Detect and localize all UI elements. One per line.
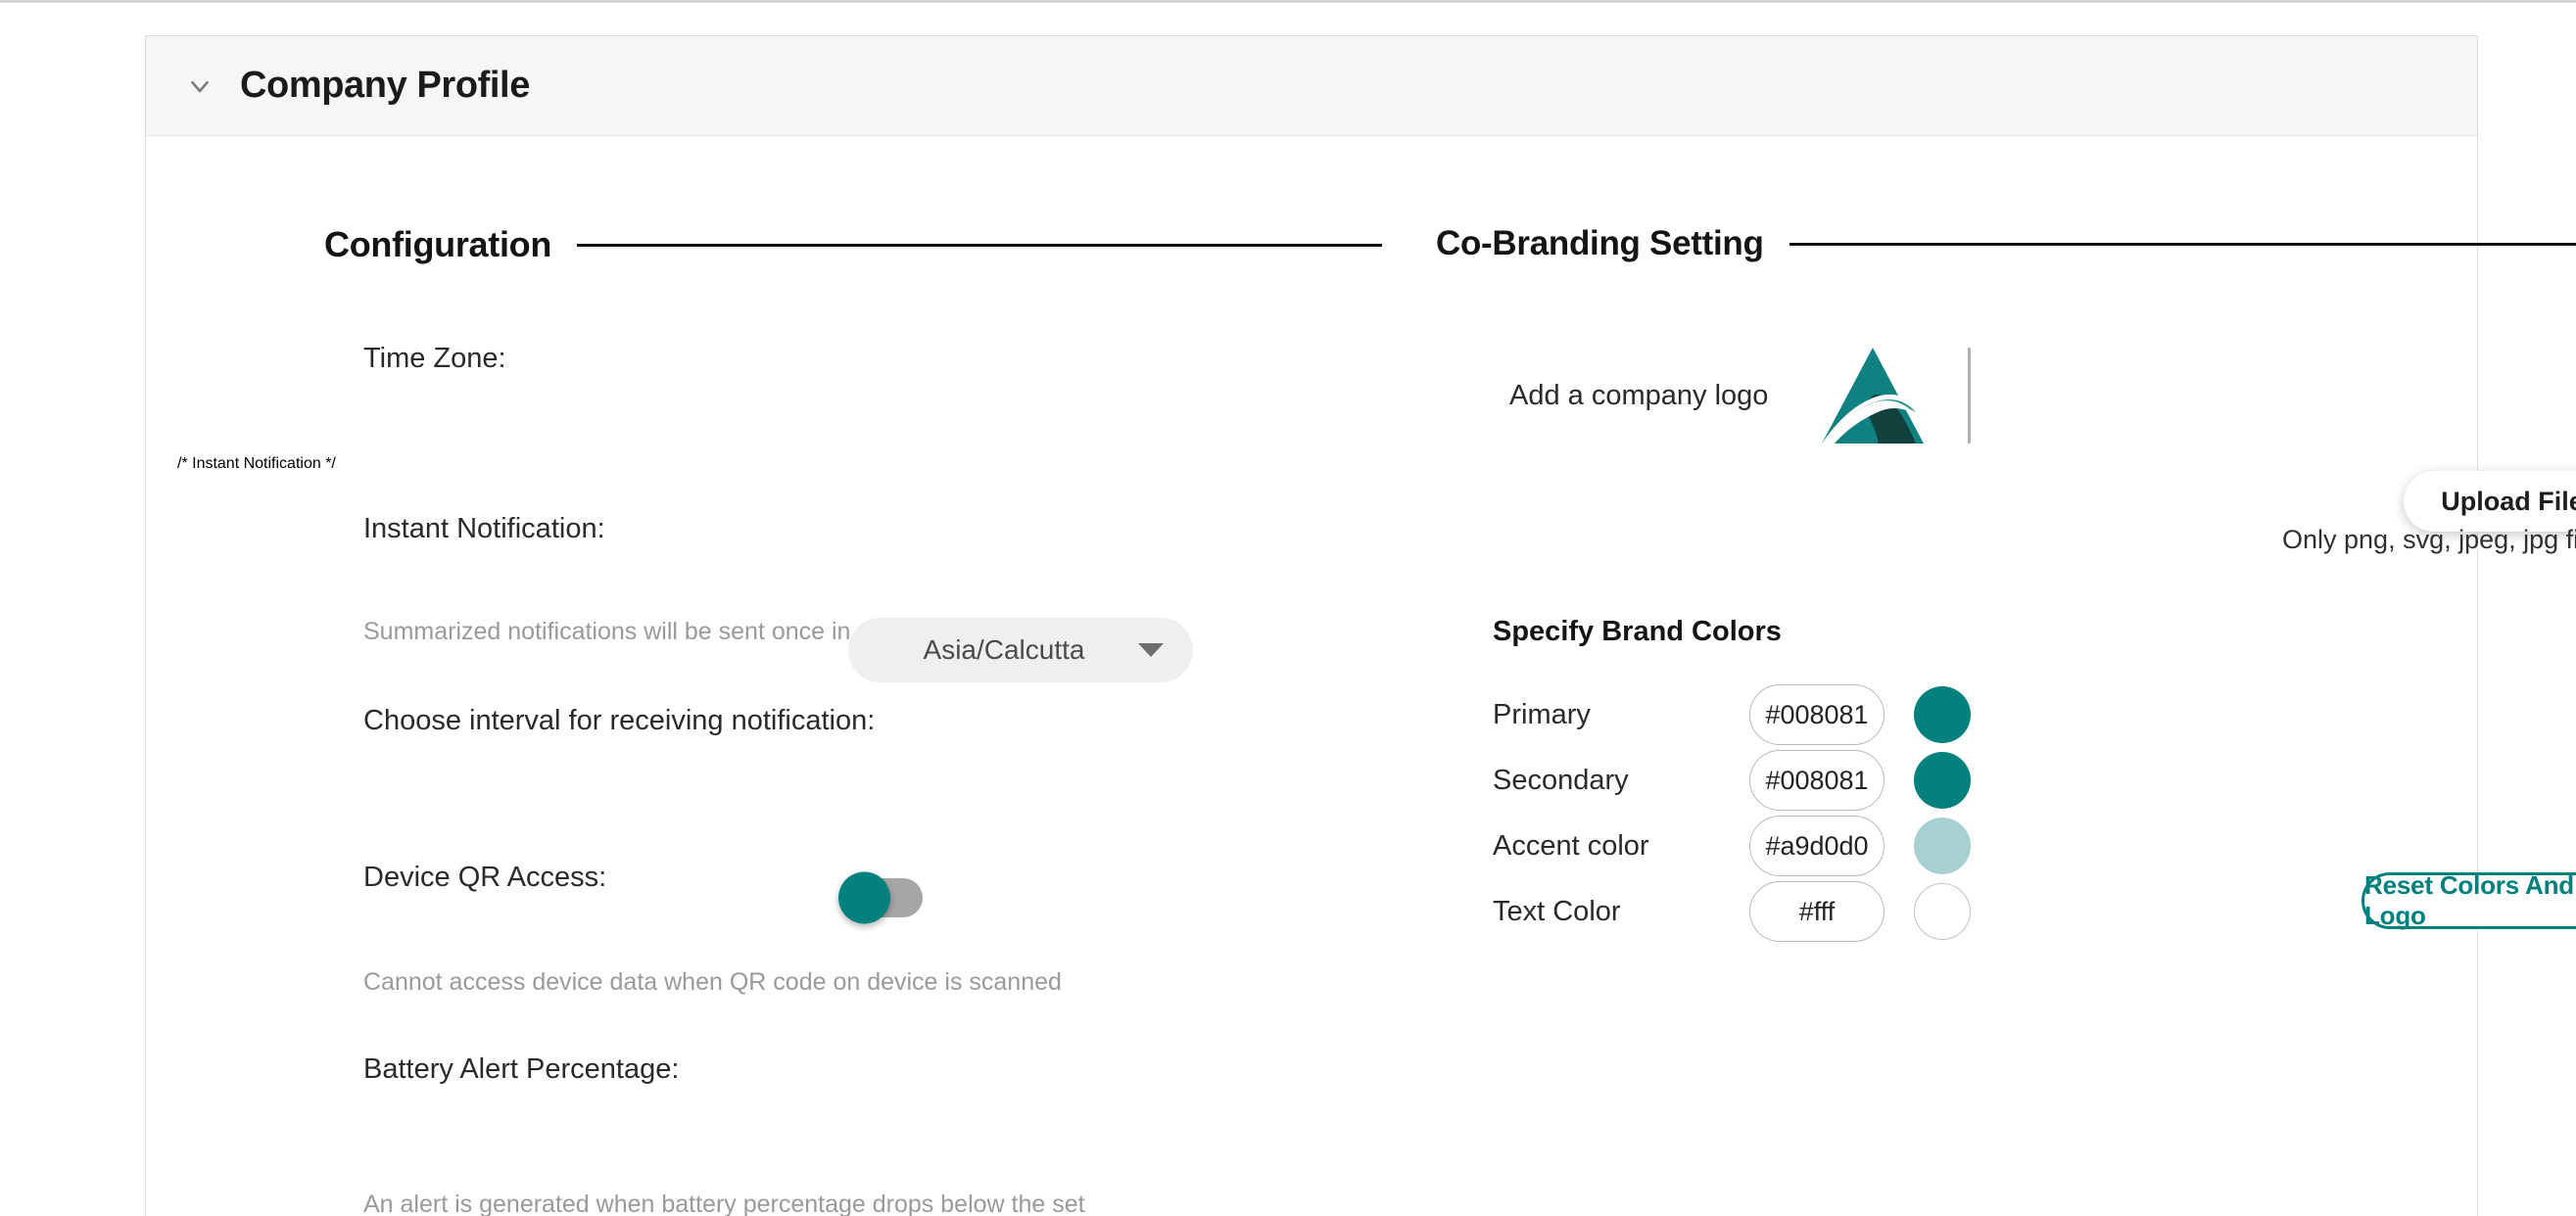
- color-hex-input[interactable]: #fff: [1749, 881, 1884, 942]
- company-logo-row: Add a company logo: [1509, 342, 2576, 449]
- brand-colors-title: Specify Brand Colors: [1493, 616, 1782, 647]
- company-logo-label: Add a company logo: [1509, 379, 1769, 411]
- configuration-title: Configuration: [324, 224, 552, 264]
- reset-colors-and-logo-button[interactable]: Reset Colors And Logo: [2361, 870, 2576, 930]
- color-swatch[interactable]: [1914, 752, 1971, 809]
- color-hex-input[interactable]: #a9d0d0: [1749, 816, 1884, 876]
- device-qr-access-label: Device QR Access:: [363, 861, 607, 893]
- company-profile-card: Company Profile Configuration Time Zone:…: [145, 35, 2576, 1216]
- company-logo-icon: [1815, 342, 1931, 449]
- chevron-down-icon[interactable]: [185, 71, 215, 101]
- logo-divider: [1968, 348, 1972, 444]
- color-label: Primary: [1493, 698, 1591, 730]
- upload-file-button[interactable]: Upload File: [2404, 471, 2576, 532]
- page-title: Company Profile: [240, 65, 530, 106]
- battery-alert-hint: An alert is generated when battery perce…: [363, 1190, 1085, 1216]
- instant-notification-row: Instant Notification:: [363, 504, 1382, 553]
- color-row-primary: Primary #008081: [1493, 684, 1971, 745]
- color-swatch[interactable]: [1914, 686, 1971, 743]
- color-hex-input[interactable]: #008081: [1749, 750, 1884, 811]
- color-swatch[interactable]: [1914, 818, 1971, 874]
- configuration-section-header: Configuration: [324, 224, 1382, 265]
- color-swatch[interactable]: [1914, 883, 1971, 940]
- time-zone-label: Time Zone:: [363, 342, 506, 374]
- co-branding-section-header: Co-Branding Setting: [1436, 224, 2576, 263]
- device-qr-access-hint: Cannot access device data when QR code o…: [363, 968, 1062, 997]
- chevron-down-icon: [1138, 643, 1164, 657]
- toggle-knob: [838, 871, 890, 924]
- co-branding-title-rule: [1789, 242, 2576, 246]
- interval-row: Choose interval for receiving notificati…: [363, 688, 1382, 753]
- top-divider: [0, 0, 2576, 3]
- color-row-secondary: Secondary #008081: [1493, 750, 1971, 811]
- color-label: Secondary: [1493, 764, 1629, 796]
- color-label: Text Color: [1493, 895, 1621, 927]
- time-zone-row: Time Zone:: [363, 326, 1382, 391]
- configuration-column: Configuration Time Zone: Asia/Calcutta /…: [146, 224, 1382, 1216]
- interval-label: Choose interval for receiving notificati…: [363, 704, 876, 736]
- card-header[interactable]: Company Profile: [146, 36, 2477, 136]
- instant-notification-label: Instant Notification:: [363, 512, 605, 544]
- color-label: Accent color: [1493, 829, 1649, 862]
- color-hex-input[interactable]: #008081: [1749, 684, 1884, 745]
- time-zone-select[interactable]: Asia/Calcutta: [848, 618, 1193, 682]
- time-zone-value: Asia/Calcutta: [923, 634, 1085, 665]
- battery-alert-row: Battery Alert Percentage:: [363, 1038, 1382, 1102]
- page-root: Company Profile Configuration Time Zone:…: [0, 0, 2576, 1216]
- upload-file-note: Only png, svg, jpeg, jpg files are suppo…: [2282, 525, 2576, 554]
- battery-alert-label: Battery Alert Percentage:: [363, 1053, 680, 1085]
- co-branding-title: Co-Branding Setting: [1436, 224, 1764, 262]
- configuration-title-rule: [577, 243, 1382, 247]
- color-row-accent: Accent color #a9d0d0: [1493, 816, 1971, 876]
- card-body: Configuration Time Zone: Asia/Calcutta /…: [146, 136, 2576, 1216]
- co-branding-column: Co-Branding Setting Add a company logo U…: [1382, 224, 2576, 1216]
- instant-notification-toggle[interactable]: [838, 871, 923, 924]
- color-row-text: Text Color #fff: [1493, 881, 1971, 942]
